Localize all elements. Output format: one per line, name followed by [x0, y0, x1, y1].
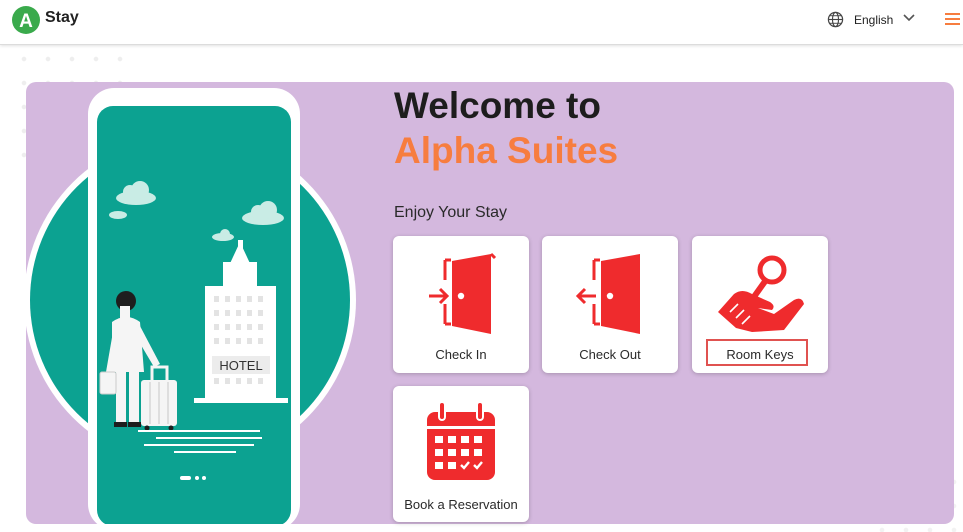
- chevron-down-icon[interactable]: [903, 13, 915, 23]
- book-reservation-label: Book a Reservation: [404, 497, 518, 512]
- check-in-card[interactable]: Check In: [393, 236, 529, 373]
- key-hand-icon: [718, 255, 804, 332]
- hotel-sign: HOTEL: [219, 358, 262, 373]
- brand-name[interactable]: Stay: [45, 9, 79, 27]
- check-out-label: Check Out: [579, 347, 641, 362]
- top-bar: A Stay English: [0, 0, 963, 45]
- hamburger-menu-icon[interactable]: [945, 12, 960, 26]
- room-keys-card[interactable]: Room Keys: [692, 236, 828, 373]
- room-keys-label: Room Keys: [726, 347, 794, 362]
- subtitle: Enjoy Your Stay: [394, 204, 507, 221]
- door-exit-icon: [575, 254, 640, 334]
- door-enter-icon: [429, 252, 497, 334]
- book-reservation-card[interactable]: Book a Reservation: [393, 386, 529, 522]
- welcome-heading: Welcome to: [394, 85, 601, 126]
- check-in-label: Check In: [435, 347, 487, 362]
- calendar-icon: [427, 401, 495, 480]
- app-logo-icon[interactable]: A: [11, 5, 41, 35]
- check-out-card[interactable]: Check Out: [542, 236, 678, 373]
- globe-icon[interactable]: [827, 11, 844, 28]
- language-select[interactable]: English: [854, 13, 893, 27]
- hotel-illustration: HOTEL: [26, 88, 356, 524]
- hotel-name-heading: Alpha Suites: [394, 130, 619, 171]
- svg-text:A: A: [19, 11, 33, 32]
